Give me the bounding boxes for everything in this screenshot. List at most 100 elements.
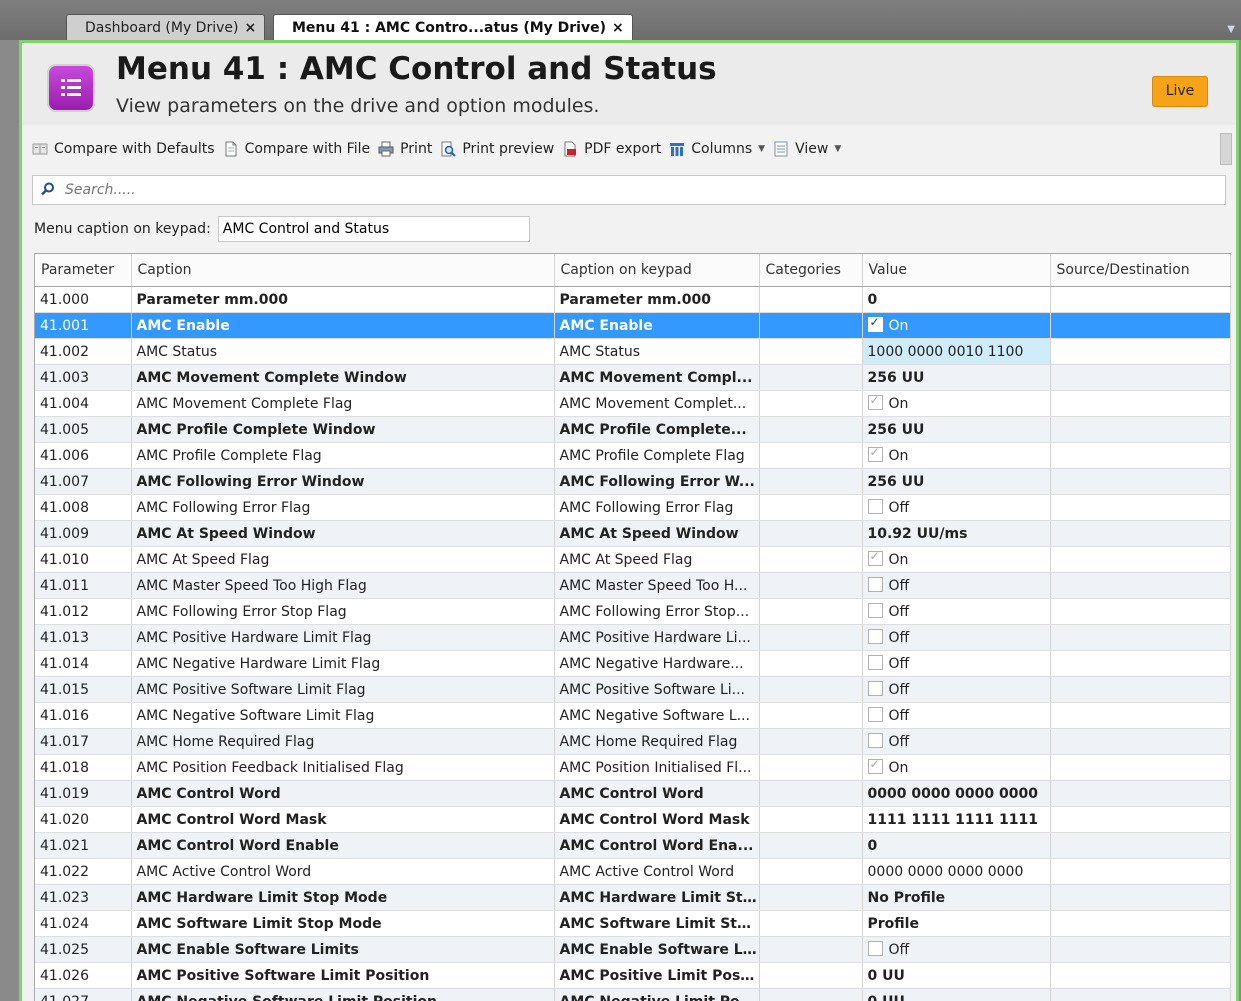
cell-caption[interactable]: AMC Movement Complete Flag [131, 390, 555, 417]
value-checkbox[interactable] [867, 681, 883, 696]
cell-keypad-caption[interactable]: AMC Active Control Word [554, 858, 760, 885]
live-badge[interactable]: Live [1152, 76, 1208, 107]
cell-parameter[interactable]: 41.006 [35, 442, 132, 469]
cell-source-destination[interactable] [1050, 754, 1231, 781]
cell-keypad-caption[interactable]: AMC Software Limit Sto... [554, 910, 760, 937]
cell-keypad-caption[interactable]: Parameter mm.000 [554, 286, 760, 313]
cell-source-destination[interactable] [1050, 312, 1231, 339]
table-row[interactable]: 41.021 AMC Control Word Enable AMC Control… [35, 832, 1231, 859]
cell-parameter[interactable]: 41.005 [35, 416, 132, 443]
cell-keypad-caption[interactable]: AMC Position Initialised Fl... [554, 754, 760, 781]
cell-keypad-caption[interactable]: AMC Following Error W... [554, 468, 760, 495]
cell-source-destination[interactable] [1050, 650, 1231, 677]
cell-keypad-caption[interactable]: AMC Positive Limit Posi... [554, 962, 760, 989]
value-checkbox[interactable] [867, 549, 883, 566]
cell-parameter[interactable]: 41.020 [35, 806, 132, 833]
value-checkbox[interactable] [867, 393, 883, 410]
cell-source-destination[interactable] [1050, 884, 1231, 911]
value-checkbox[interactable] [867, 655, 883, 670]
cell-source-destination[interactable] [1050, 286, 1231, 313]
cell-keypad-caption[interactable]: AMC Negative Software L... [554, 702, 760, 729]
cell-keypad-caption[interactable]: AMC At Speed Flag [554, 546, 760, 573]
cell-parameter[interactable]: 41.007 [35, 468, 132, 495]
cell-caption[interactable]: AMC Positive Hardware Limit Flag [131, 624, 555, 651]
cell-keypad-caption[interactable]: AMC Master Speed Too H... [554, 572, 760, 599]
cell-categories[interactable] [759, 286, 863, 313]
cell-caption[interactable]: AMC Negative Software Limit Flag [131, 702, 555, 729]
cell-value[interactable]: On [862, 546, 1051, 573]
cell-categories[interactable] [759, 364, 863, 391]
table-row[interactable]: 41.014 AMC Negative Hardware Limit Flag AM… [35, 650, 1231, 677]
cell-keypad-caption[interactable]: AMC Enable [554, 312, 760, 339]
value-checkbox[interactable] [867, 445, 883, 462]
cell-caption[interactable]: AMC Movement Complete Window [131, 364, 555, 391]
cell-value[interactable]: Off [862, 494, 1051, 521]
cell-categories[interactable] [759, 338, 863, 365]
cell-categories[interactable] [759, 988, 863, 1001]
cell-source-destination[interactable] [1050, 442, 1231, 469]
cell-keypad-caption[interactable]: AMC Profile Complete... [554, 416, 760, 443]
cell-caption[interactable]: AMC Following Error Window [131, 468, 555, 495]
cell-caption[interactable]: AMC Status [131, 338, 555, 365]
cell-categories[interactable] [759, 936, 863, 963]
cell-caption[interactable]: AMC Enable Software Limits [131, 936, 555, 963]
cell-keypad-caption[interactable]: AMC Movement Complet... [554, 390, 760, 417]
cell-value[interactable]: 0 UU [862, 988, 1051, 1001]
cell-source-destination[interactable] [1050, 624, 1231, 651]
cell-parameter[interactable]: 41.004 [35, 390, 132, 417]
cell-caption[interactable]: AMC At Speed Flag [131, 546, 555, 573]
cell-keypad-caption[interactable]: AMC At Speed Window [554, 520, 760, 547]
table-row[interactable]: 41.003 AMC Movement Complete Window AMC Mo… [35, 364, 1231, 391]
cell-value[interactable]: On [862, 312, 1051, 339]
cell-keypad-caption[interactable]: AMC Home Required Flag [554, 728, 760, 755]
cell-source-destination[interactable] [1050, 910, 1231, 937]
compare-defaults-button[interactable]: Compare with Defaults [32, 141, 215, 157]
cell-source-destination[interactable] [1050, 546, 1231, 573]
print-button[interactable]: Print [378, 141, 432, 157]
value-checkbox[interactable] [867, 577, 883, 592]
view-dropdown[interactable]: View ▼ [773, 141, 841, 157]
cell-categories[interactable] [759, 546, 863, 573]
table-row[interactable]: 41.024 AMC Software Limit Stop Mode AMC So… [35, 910, 1231, 937]
cell-caption[interactable]: AMC Profile Complete Flag [131, 442, 555, 469]
cell-source-destination[interactable] [1050, 780, 1231, 807]
cell-caption[interactable]: AMC Home Required Flag [131, 728, 555, 755]
cell-source-destination[interactable] [1050, 676, 1231, 703]
table-row[interactable]: 41.018 AMC Position Feedback Initialised … [35, 754, 1231, 781]
table-row[interactable]: 41.015 AMC Positive Software Limit Flag AM… [35, 676, 1231, 703]
tab-list-dropdown-icon[interactable]: ▼ [1227, 24, 1235, 35]
cell-caption[interactable]: AMC Software Limit Stop Mode [131, 910, 555, 937]
search-box[interactable] [32, 175, 1226, 205]
cell-caption[interactable]: AMC Master Speed Too High Flag [131, 572, 555, 599]
cell-value[interactable]: Off [862, 728, 1051, 755]
cell-categories[interactable] [759, 910, 863, 937]
table-row[interactable]: 41.009 AMC At Speed Window AMC At Speed Wi… [35, 520, 1231, 547]
table-row[interactable]: 41.012 AMC Following Error Stop Flag AMC F… [35, 598, 1231, 625]
column-header-keypad-caption[interactable]: Caption on keypad [554, 254, 760, 287]
cell-source-destination[interactable] [1050, 728, 1231, 755]
cell-value[interactable]: 256 UU [862, 468, 1051, 495]
cell-parameter[interactable]: 41.003 [35, 364, 132, 391]
cell-caption[interactable]: AMC Control Word [131, 780, 555, 807]
table-row[interactable]: 41.022 AMC Active Control Word AMC Active … [35, 858, 1231, 885]
cell-value[interactable]: Off [862, 702, 1051, 729]
cell-parameter[interactable]: 41.013 [35, 624, 132, 651]
cell-value[interactable]: No Profile [862, 884, 1051, 911]
table-row[interactable]: 41.005 AMC Profile Complete Window AMC Pro… [35, 416, 1231, 443]
table-row[interactable]: 41.010 AMC At Speed Flag AMC At Speed Flag… [35, 546, 1231, 573]
value-checkbox[interactable] [867, 629, 883, 644]
value-checkbox[interactable] [867, 757, 883, 774]
cell-parameter[interactable]: 41.002 [35, 338, 132, 365]
table-row[interactable]: 41.020 AMC Control Word Mask AMC Control… [35, 806, 1231, 833]
cell-value[interactable]: 1111 1111 1111 1111 [862, 806, 1051, 833]
cell-categories[interactable] [759, 572, 863, 599]
table-row[interactable]: 41.004 AMC Movement Complete Flag AMC Move… [35, 390, 1231, 417]
cell-keypad-caption[interactable]: AMC Negative Limit Po... [554, 988, 760, 1001]
cell-parameter[interactable]: 41.022 [35, 858, 132, 885]
value-checkbox[interactable] [867, 603, 883, 618]
cell-source-destination[interactable] [1050, 988, 1231, 1001]
column-header-parameter[interactable]: Parameter [35, 254, 132, 287]
keypad-caption-input[interactable] [217, 216, 530, 242]
cell-categories[interactable] [759, 702, 863, 729]
cell-parameter[interactable]: 41.019 [35, 780, 132, 807]
